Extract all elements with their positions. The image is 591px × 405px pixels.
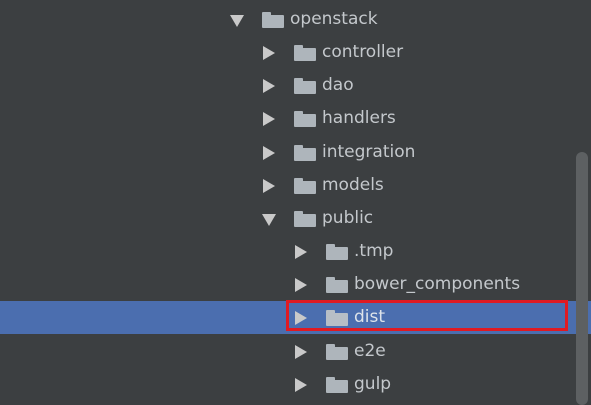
tree-row-tmp[interactable]: .tmp xyxy=(0,235,591,268)
tree-item-label: public xyxy=(322,208,374,228)
collapsed-arrow-icon[interactable] xyxy=(263,79,275,93)
tree-row-public[interactable]: public xyxy=(0,202,591,235)
folder-icon xyxy=(294,145,316,161)
collapsed-arrow-icon[interactable] xyxy=(263,179,275,193)
tree-row-e2e[interactable]: e2e xyxy=(0,335,591,368)
collapsed-arrow-icon[interactable] xyxy=(295,378,307,392)
folder-icon xyxy=(294,45,316,61)
folder-icon xyxy=(294,78,316,94)
tree-item-label: bower_components xyxy=(354,274,521,294)
folder-icon xyxy=(326,277,348,293)
folder-icon xyxy=(294,211,316,227)
tree-row-handlers[interactable]: handlers xyxy=(0,102,591,135)
collapsed-arrow-icon[interactable] xyxy=(295,245,307,259)
tree-item-label: .tmp xyxy=(354,241,394,261)
tree-item-label: dao xyxy=(322,75,354,95)
folder-icon xyxy=(294,178,316,194)
collapsed-arrow-icon[interactable] xyxy=(295,278,307,292)
collapsed-arrow-icon[interactable] xyxy=(263,146,275,160)
tree-item-label: e2e xyxy=(354,341,386,361)
tree-item-label: gulp xyxy=(354,374,392,394)
tree-row-models[interactable]: models xyxy=(0,169,591,202)
folder-icon xyxy=(262,12,284,28)
tree-row-controller[interactable]: controller xyxy=(0,36,591,69)
collapsed-arrow-icon[interactable] xyxy=(263,112,275,126)
folder-icon xyxy=(294,111,316,127)
tree-item-label: dist xyxy=(354,307,386,327)
tree-item-label: models xyxy=(322,175,384,195)
tree-item-label: controller xyxy=(322,42,404,62)
tree-item-label: handlers xyxy=(322,108,396,128)
collapsed-arrow-icon[interactable] xyxy=(295,345,307,359)
tree-row-dao[interactable]: dao xyxy=(0,69,591,102)
folder-icon xyxy=(326,244,348,260)
collapsed-arrow-icon[interactable] xyxy=(263,46,275,60)
expand-arrow-icon[interactable] xyxy=(230,15,244,27)
tree-row-dist[interactable]: dist xyxy=(0,301,591,334)
vertical-scrollbar[interactable] xyxy=(572,0,591,405)
tree-row-bower-components[interactable]: bower_components xyxy=(0,268,591,301)
tree-row-integration[interactable]: integration xyxy=(0,136,591,169)
folder-icon xyxy=(326,377,348,393)
folder-icon xyxy=(326,344,348,360)
tree-row-gulp[interactable]: gulp xyxy=(0,368,591,401)
scrollbar-thumb[interactable] xyxy=(576,152,588,405)
collapsed-arrow-icon[interactable] xyxy=(295,311,307,325)
project-tree: openstack controller dao handlers integr… xyxy=(0,0,591,405)
tree-row-openstack[interactable]: openstack xyxy=(0,3,591,36)
tree-item-label: openstack xyxy=(290,9,378,29)
folder-icon xyxy=(326,310,348,326)
expand-arrow-icon[interactable] xyxy=(262,214,276,226)
tree-item-label: integration xyxy=(322,142,416,162)
